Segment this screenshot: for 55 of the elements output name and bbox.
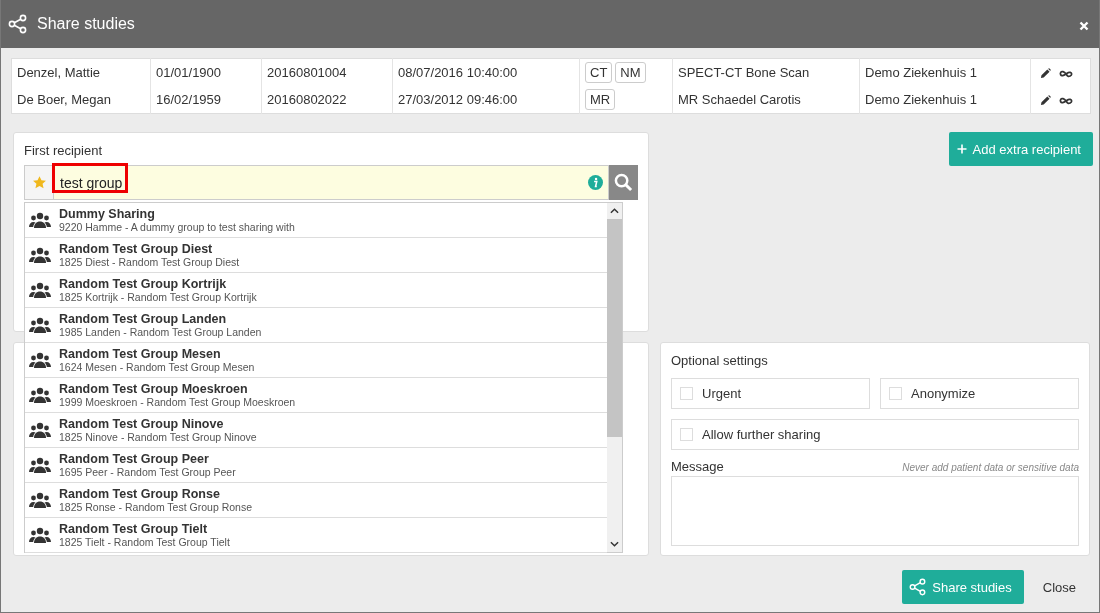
- modality-tag: CT: [585, 62, 613, 83]
- table-cell: SPECT-CT Bone Scan: [672, 58, 860, 86]
- table-cell: 08/07/2016 10:40:00: [392, 58, 580, 86]
- group-detail: 9220 Hamme - A dummy group to test sharing with: [59, 221, 295, 233]
- close-button[interactable]: Close: [1031, 571, 1087, 603]
- group-name: Random Test Group Tielt: [59, 522, 209, 536]
- suggestion-item[interactable]: Random Test Group Mesen 1624 Mesen - Random Test Group Mesen: [25, 343, 607, 378]
- hint-text: Never add patient data or sensitive data: [902, 462, 1079, 473]
- group-detail: 1624 Mesen - Random Test Group Mesen: [59, 361, 255, 373]
- table-cell: 20160801004: [261, 58, 393, 86]
- group-detail: 1695 Peer - Random Test Group Peer: [59, 466, 236, 478]
- table-cell: De Boer, Megan: [11, 86, 151, 114]
- group-detail: 1825 Tielt - Random Test Group Tielt: [59, 536, 230, 548]
- table-cell: Demo Ziekenhuis 1: [859, 86, 1031, 114]
- window-title: Share studies: [37, 15, 135, 33]
- group-name: Random Test Group Ninove: [59, 417, 225, 431]
- group-name: Random Test Group Moeskroen: [59, 382, 249, 396]
- group-name: Random Test Group Ronse: [59, 487, 221, 501]
- table-cell: 01/01/1900: [150, 58, 262, 86]
- group-name: Random Test Group Mesen: [59, 347, 222, 361]
- group-name: Random Test Group Peer: [59, 452, 210, 466]
- group-detail: 1825 Diest - Random Test Group Diest: [59, 256, 240, 268]
- group-name: Random Test Group Diest: [59, 242, 214, 256]
- recipient-search-field[interactable]: test group: [53, 165, 609, 200]
- suggestion-item[interactable]: Random Test Group Kortrijk 1825 Kortrijk - Random Test Group Kortrijk: [25, 273, 607, 308]
- checkbox-option[interactable]: Anonymize: [880, 378, 1079, 409]
- section-title: Optional settings: [671, 353, 769, 368]
- group-detail: 1985 Landen - Random Test Group Landen: [59, 326, 262, 338]
- table-cell: Demo Ziekenhuis 1: [859, 58, 1031, 86]
- table-cell: 20160802022: [261, 86, 393, 114]
- suggestion-item[interactable]: Dummy Sharing 9220 Hamme - A dummy group to test sharing with: [25, 203, 607, 238]
- table-cell: 27/03/2012 09:46:00: [392, 86, 580, 114]
- modality-tag: MR: [585, 89, 616, 110]
- checkbox-option[interactable]: Allow further sharing: [671, 419, 1079, 450]
- group-detail: 1999 Moeskroen - Random Test Group Moeskroen: [59, 396, 296, 408]
- table-cell: Denzel, Mattie: [11, 58, 151, 86]
- suggestion-item[interactable]: Random Test Group Landen 1985 Landen - Random Test Group Landen: [25, 308, 607, 343]
- suggestion-item[interactable]: Random Test Group Peer 1695 Peer - Random Test Group Peer: [25, 448, 607, 483]
- table-cell: 16/02/1959: [150, 86, 262, 114]
- suggestion-item[interactable]: Random Test Group Ronse 1825 Ronse - Random Test Group Ronse: [25, 483, 607, 518]
- table-cell: MR Schaedel Carotis: [672, 86, 860, 114]
- group-detail: 1825 Ronse - Random Test Group Ronse: [59, 501, 252, 513]
- group-name: Dummy Sharing: [59, 207, 156, 221]
- group-name: Random Test Group Landen: [59, 312, 228, 326]
- suggestion-item[interactable]: Random Test Group Ninove 1825 Ninove - Random Test Group Ninove: [25, 413, 607, 448]
- field-label: First recipient: [24, 143, 104, 158]
- modality-tag: NM: [615, 62, 646, 83]
- suggestion-item[interactable]: Random Test Group Diest 1825 Diest - Random Test Group Diest: [25, 238, 607, 273]
- group-name: Random Test Group Kortrijk: [59, 277, 228, 291]
- suggestion-item[interactable]: Random Test Group Tielt 1825 Tielt - Random Test Group Tielt: [25, 518, 607, 553]
- checkbox-option[interactable]: Urgent: [671, 378, 870, 409]
- group-detail: 1825 Ninove - Random Test Group Ninove: [59, 431, 257, 443]
- field-label: Message: [671, 459, 724, 474]
- suggestion-item[interactable]: Random Test Group Moeskroen 1999 Moeskroen - Random Test Group Moeskroen: [25, 378, 607, 413]
- group-detail: 1825 Kortrijk - Random Test Group Kortrijk: [59, 291, 257, 303]
